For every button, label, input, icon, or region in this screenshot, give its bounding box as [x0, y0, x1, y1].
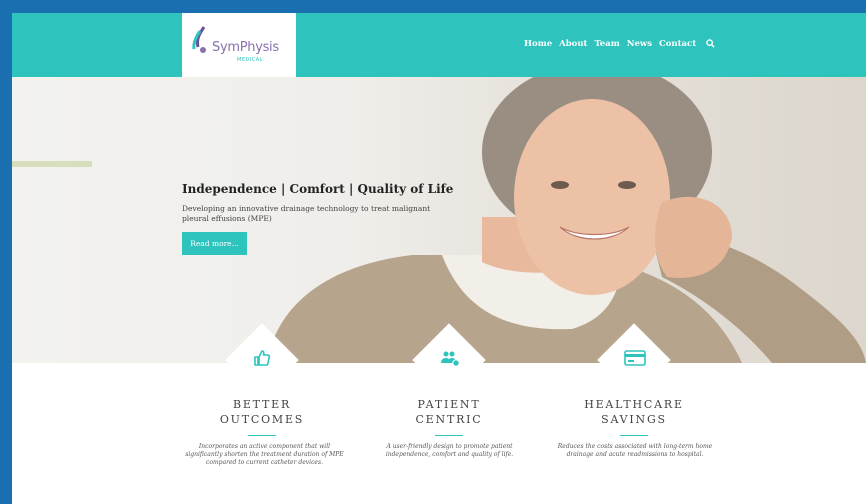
feature-text-savings: Reduces the costs associated with long-t… — [557, 443, 713, 458]
site-header: SymPhysis MEDICAL Home About Team News C… — [12, 13, 866, 77]
feature-title-patient: PATIENT CENTRIC — [390, 397, 508, 427]
hero-banner: Independence | Comfort | Quality of Life… — [12, 77, 866, 363]
main-nav: Home About Team News Contact — [524, 39, 715, 51]
search-icon[interactable] — [706, 39, 715, 51]
read-more-button[interactable]: Read more... — [182, 232, 247, 255]
thumbs-up-icon — [254, 350, 271, 366]
feature-title-line2: SAVINGS — [601, 413, 667, 426]
feature-title-line1: PATIENT — [417, 398, 481, 411]
hero-title: Independence | Comfort | Quality of Life — [182, 182, 454, 196]
website-frame: SymPhysis MEDICAL Home About Team News C… — [12, 13, 866, 504]
nav-about[interactable]: About — [559, 39, 587, 51]
feature-title-outcomes: BETTER OUTCOMES — [200, 397, 324, 427]
feature-divider — [620, 435, 648, 436]
feature-title-line1: BETTER — [232, 398, 292, 411]
feature-text-outcomes: Incorporates an active component that wi… — [185, 443, 344, 466]
patients-icon — [441, 351, 460, 367]
credit-card-icon — [624, 350, 646, 366]
logo-subtext: MEDICAL — [237, 57, 263, 63]
feature-title-line1: HEALTHCARE — [584, 398, 684, 411]
logo[interactable]: SymPhysis MEDICAL — [182, 13, 296, 77]
logo-text: SymPhysis — [212, 40, 279, 55]
feature-title-line2: CENTRIC — [415, 413, 483, 426]
feature-divider — [435, 435, 463, 436]
hero-subtitle: Developing an innovative drainage techno… — [182, 204, 431, 223]
feature-title-savings: HEALTHCARE SAVINGS — [562, 397, 706, 427]
feature-divider — [248, 435, 276, 436]
nav-home[interactable]: Home — [524, 39, 552, 51]
nav-contact[interactable]: Contact — [659, 39, 696, 51]
feature-title-line2: OUTCOMES — [219, 413, 305, 426]
nav-team[interactable]: Team — [594, 39, 619, 51]
feature-text-patient: A user-friendly design to promote patien… — [385, 443, 514, 458]
nav-news[interactable]: News — [627, 39, 652, 51]
